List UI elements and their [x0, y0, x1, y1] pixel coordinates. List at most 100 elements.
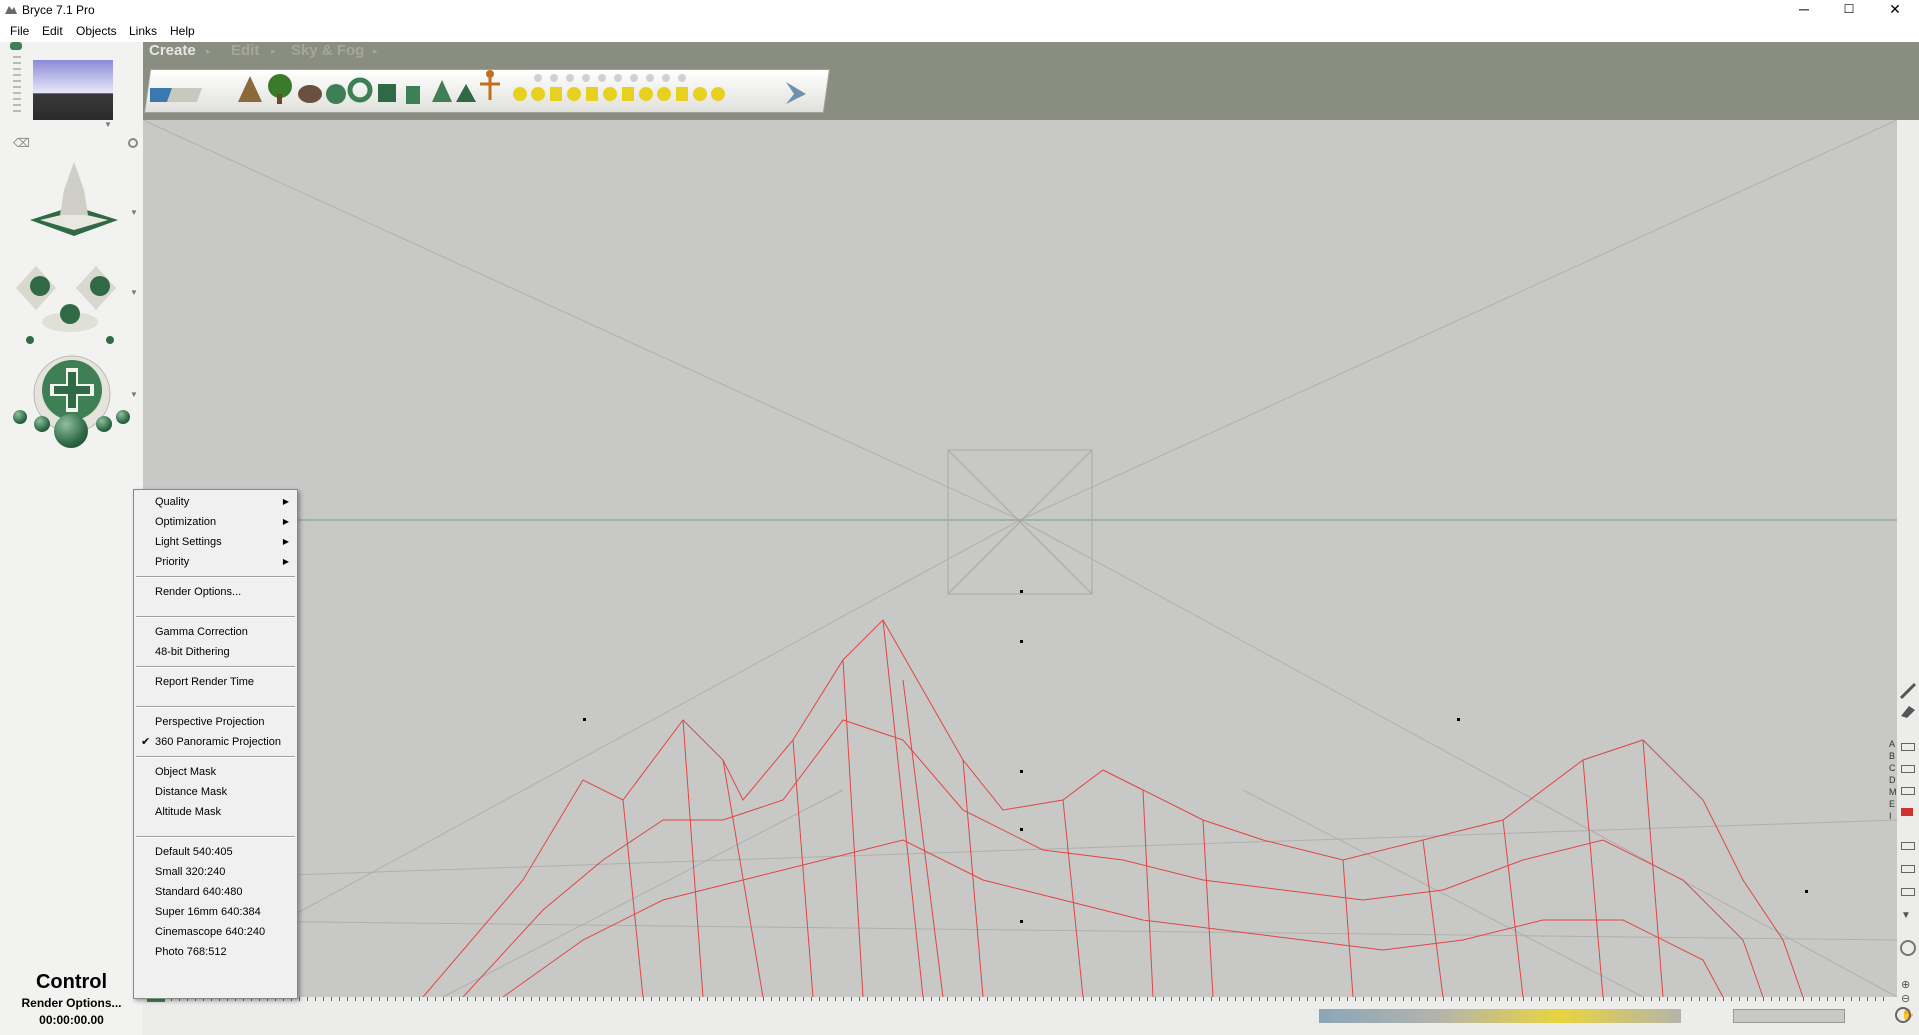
menu-item-photo-size[interactable]: Photo 768:512 — [134, 942, 297, 962]
tree-icon[interactable] — [268, 74, 292, 104]
menu-separator — [136, 576, 295, 578]
submenu-arrow-icon: ▶ — [282, 557, 289, 566]
menu-item-default-size[interactable]: Default 540:405 — [134, 842, 297, 862]
tab-create[interactable]: Create — [149, 42, 196, 59]
view-label-i[interactable]: I — [1889, 810, 1897, 822]
menu-item-small-size[interactable]: Small 320:240 — [134, 862, 297, 882]
menu-item-quality[interactable]: Quality ▶ — [134, 492, 297, 512]
pencil-icon[interactable] — [1899, 680, 1917, 700]
menu-item-cinemascope-size[interactable]: Cinemascope 640:240 — [134, 922, 297, 942]
create-toolbar-icons — [150, 70, 806, 104]
maximize-button[interactable]: ☐ — [1826, 0, 1872, 20]
menu-item-object-mask[interactable]: Object Mask — [134, 762, 297, 782]
minimize-button[interactable]: ─ — [1781, 0, 1827, 20]
menu-help[interactable]: Help — [170, 24, 195, 38]
render-time: 00:00:00.00 — [39, 1013, 104, 1027]
cube-icon[interactable] — [378, 84, 396, 102]
render-button-medium[interactable] — [34, 416, 50, 432]
tab-sky-fog[interactable]: Sky & Fog — [291, 42, 364, 59]
menu-item-360-panoramic-projection[interactable]: ✔ 360 Panoramic Projection — [134, 732, 297, 752]
pyramid-icon[interactable] — [456, 84, 476, 102]
menu-item-report-render-time[interactable]: Report Render Time — [134, 672, 297, 692]
cone-icon[interactable] — [432, 80, 452, 102]
menu-edit[interactable]: Edit — [42, 24, 63, 38]
window-title: Bryce 7.1 Pro — [22, 3, 95, 17]
nano-preview[interactable] — [33, 60, 113, 120]
control-subtitle: Render Options... — [21, 996, 122, 1010]
view-label-e[interactable]: E — [1889, 798, 1897, 810]
bottom-timeline-strip — [143, 997, 1911, 1035]
torus-icon[interactable] — [347, 77, 373, 103]
select-tool-icon[interactable] — [1901, 865, 1915, 873]
checkmark-icon: ✔ — [141, 736, 151, 748]
bryce-app-icon — [5, 6, 17, 14]
menu-item-perspective-projection[interactable]: Perspective Projection — [134, 712, 297, 732]
panel-toggle-icon[interactable] — [10, 42, 22, 50]
menu-objects[interactable]: Objects — [76, 24, 117, 38]
timeline-scrubber[interactable] — [147, 997, 1887, 1001]
tab-arrow-icon: ▸ — [271, 46, 276, 56]
menu-separator — [136, 756, 295, 758]
zoom-in-icon[interactable]: ⊕ — [1901, 978, 1910, 991]
render-button-small[interactable] — [116, 410, 130, 424]
view-control-icon[interactable] — [26, 140, 122, 250]
select-tool-icon[interactable] — [1901, 842, 1915, 850]
figure-icon[interactable] — [480, 70, 500, 100]
view-label-d[interactable]: D — [1889, 774, 1897, 786]
render-button-medium[interactable] — [96, 416, 112, 432]
menu-item-light-settings[interactable]: Light Settings ▶ — [134, 532, 297, 552]
view-label-c[interactable]: C — [1889, 762, 1897, 774]
eraser-icon[interactable] — [1899, 702, 1917, 718]
close-button[interactable]: ✕ — [1872, 0, 1918, 20]
camera-trackball-icon[interactable] — [10, 256, 132, 346]
select-tool-icon[interactable] — [1901, 888, 1915, 896]
playback-controls[interactable] — [1733, 1009, 1845, 1023]
gear-icon[interactable] — [1900, 940, 1916, 956]
tab-edit[interactable]: Edit — [231, 42, 259, 59]
view-label-a[interactable]: A — [1889, 738, 1897, 750]
rock-icon[interactable] — [298, 85, 322, 103]
3d-viewport[interactable] — [143, 120, 1897, 997]
view-slider[interactable] — [13, 56, 21, 114]
lights-icon[interactable] — [513, 87, 725, 101]
menu-item-altitude-mask[interactable]: Altitude Mask — [134, 802, 297, 822]
right-tool-strip: A B C D M E I ▼ ⊕ ⊖ ✋ — [1889, 120, 1919, 1035]
view-label-m[interactable]: M — [1889, 786, 1897, 798]
menu-item-optimization[interactable]: Optimization ▶ — [134, 512, 297, 532]
tab-arrow-icon: ▸ — [373, 46, 378, 56]
dropdown-arrow-icon[interactable]: ▼ — [130, 390, 138, 399]
menu-item-super16mm-size[interactable]: Super 16mm 640:384 — [134, 902, 297, 922]
camera-plane-icon[interactable] — [786, 82, 806, 104]
infinite-plane-icon[interactable] — [166, 88, 202, 102]
menu-separator — [136, 616, 295, 618]
view-label-b[interactable]: B — [1889, 750, 1897, 762]
wireframe-scene — [143, 120, 1897, 997]
select-tool-icon[interactable] — [1901, 765, 1915, 773]
menu-item-standard-size[interactable]: Standard 640:480 — [134, 882, 297, 902]
render-button[interactable] — [54, 414, 88, 448]
sphere-icon[interactable] — [326, 84, 346, 104]
render-button-small[interactable] — [13, 410, 27, 424]
select-tool-icon[interactable] — [1901, 787, 1915, 795]
menu-links[interactable]: Links — [129, 24, 157, 38]
dropdown-arrow-icon[interactable]: ▼ — [130, 288, 138, 297]
mini-create-toolbar[interactable] — [1319, 1009, 1681, 1023]
menu-item-gamma-correction[interactable]: Gamma Correction — [134, 622, 297, 642]
zoom-out-icon[interactable]: ⊖ — [1901, 992, 1910, 1005]
down-arrow-icon[interactable]: ▼ — [1901, 910, 1911, 921]
menu-item-distance-mask[interactable]: Distance Mask — [134, 782, 297, 802]
scene-markers — [583, 590, 1808, 923]
menu-item-48bit-dithering[interactable]: 48-bit Dithering — [134, 642, 297, 662]
submenu-arrow-icon: ▶ — [282, 517, 289, 526]
terrain-icon[interactable] — [238, 76, 262, 102]
globe-icon[interactable] — [1895, 1007, 1911, 1023]
cylinder-icon[interactable] — [406, 86, 420, 104]
dropdown-arrow-icon[interactable]: ▼ — [104, 120, 112, 129]
record-icon[interactable] — [1901, 808, 1913, 816]
wireframe-toggle-icon[interactable] — [128, 138, 138, 148]
dropdown-arrow-icon[interactable]: ▼ — [130, 208, 138, 217]
menu-file[interactable]: File — [10, 24, 29, 38]
menu-item-render-options[interactable]: Render Options... — [134, 582, 297, 602]
select-tool-icon[interactable] — [1901, 743, 1915, 751]
menu-item-priority[interactable]: Priority ▶ — [134, 552, 297, 572]
